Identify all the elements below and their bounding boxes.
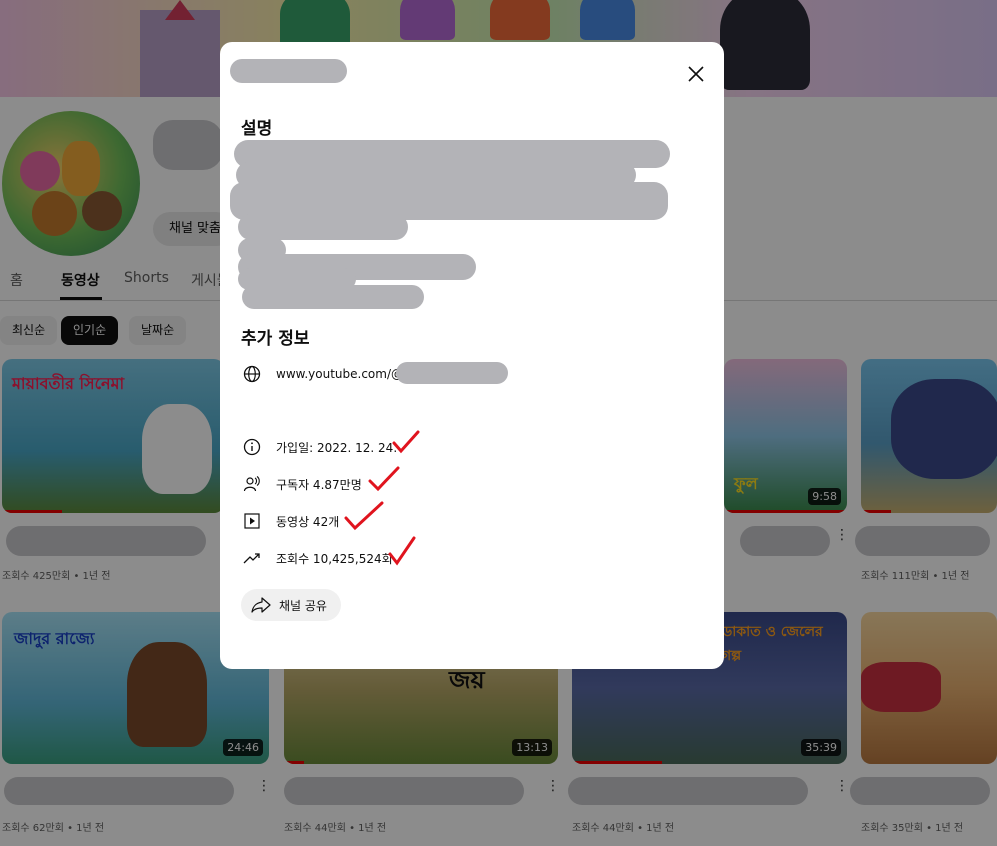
about-dialog: 설명 추가 정보 www.youtube.com/@ 가입일: 2022. 12… [220, 42, 724, 669]
channel-url-row[interactable]: www.youtube.com/@ [242, 363, 403, 385]
redacted-description [242, 285, 424, 309]
subscribers-icon [242, 474, 262, 494]
videos-row: 동영상 42개 [242, 510, 339, 532]
share-icon [251, 597, 271, 613]
trending-icon [242, 548, 262, 568]
view-count: 조회수 10,425,524회 [276, 551, 393, 566]
channel-url[interactable]: www.youtube.com/@ [276, 367, 403, 381]
subscriber-count: 구독자 4.87만명 [276, 477, 362, 492]
globe-icon [242, 364, 262, 384]
more-info-heading: 추가 정보 [241, 329, 310, 349]
redacted-dialog-title [230, 59, 347, 83]
subscribers-row: 구독자 4.87만명 [242, 473, 362, 495]
check-mark-icon [392, 430, 420, 454]
share-channel-button[interactable]: 채널 공유 [241, 589, 341, 621]
joined-row: 가입일: 2022. 12. 24. [242, 436, 397, 458]
joined-date: 가입일: 2022. 12. 24. [276, 440, 398, 455]
redacted-handle [396, 362, 508, 384]
check-mark-icon [388, 536, 416, 566]
share-channel-label: 채널 공유 [279, 598, 327, 613]
video-icon [242, 511, 262, 531]
video-count: 동영상 42개 [276, 514, 340, 529]
description-heading: 설명 [241, 119, 273, 139]
info-icon [242, 437, 262, 457]
close-icon[interactable] [686, 64, 706, 84]
views-row: 조회수 10,425,524회 [242, 547, 393, 569]
redacted-description [238, 214, 408, 240]
check-mark-icon [368, 466, 400, 492]
check-mark-icon [344, 501, 384, 531]
